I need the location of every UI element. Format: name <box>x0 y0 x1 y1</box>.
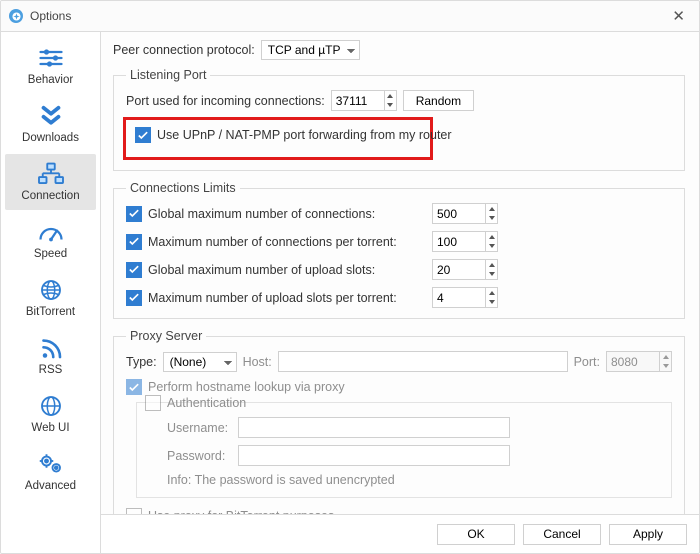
auth-label: Authentication <box>167 396 246 410</box>
globe-icon <box>34 392 68 420</box>
rss-icon <box>34 334 68 362</box>
sidebar-item-label: Connection <box>21 190 79 202</box>
spinner-arrows[interactable] <box>485 204 497 223</box>
limit-checkbox[interactable] <box>126 234 142 250</box>
password-input <box>238 445 510 466</box>
sidebar-item-label: Behavior <box>28 74 73 86</box>
listening-port-legend: Listening Port <box>126 68 210 82</box>
sidebar-item-label: Speed <box>34 248 67 260</box>
proxy-type-select[interactable]: (None) <box>163 352 237 372</box>
upnp-checkbox[interactable] <box>135 127 151 143</box>
window-title: Options <box>30 9 71 23</box>
username-input <box>238 417 510 438</box>
gears-icon <box>34 450 68 478</box>
connections-limits-group: Connections Limits Global maximum number… <box>113 181 685 319</box>
spinner-arrows[interactable] <box>485 288 497 307</box>
password-info: Info: The password is saved unencrypted <box>167 473 659 487</box>
proxy-legend: Proxy Server <box>126 329 206 343</box>
sidebar-item-webui[interactable]: Web UI <box>5 386 96 442</box>
spinner-arrows <box>659 352 671 371</box>
hostname-lookup-label: Perform hostname lookup via proxy <box>148 380 345 394</box>
gauge-icon <box>34 218 68 246</box>
limit-label: Maximum number of upload slots per torre… <box>148 291 426 305</box>
sidebar-item-bittorrent[interactable]: BitTorrent <box>5 270 96 326</box>
proxy-host-input <box>278 351 568 372</box>
globe-icon <box>34 276 68 304</box>
sidebar-item-label: Downloads <box>22 132 79 144</box>
limit-checkbox[interactable] <box>126 262 142 278</box>
sidebar-item-rss[interactable]: RSS <box>5 328 96 384</box>
sidebar-item-label: Web UI <box>31 422 69 434</box>
app-icon <box>9 9 23 23</box>
auth-checkbox <box>145 395 161 411</box>
spinner-arrows[interactable] <box>485 232 497 251</box>
sidebar-item-label: RSS <box>39 364 63 376</box>
peer-protocol-select[interactable]: TCP and µTP <box>261 40 360 60</box>
sidebar-item-advanced[interactable]: Advanced <box>5 444 96 500</box>
limit-label: Global maximum number of connections: <box>148 207 426 221</box>
options-window: Options ✕ Behavior Downloads Conn <box>0 0 700 554</box>
random-port-button[interactable]: Random <box>403 90 474 111</box>
sidebar: Behavior Downloads Connection Speed <box>1 32 101 553</box>
proxy-port-label: Port: <box>574 355 600 369</box>
close-icon[interactable]: ✕ <box>666 5 691 27</box>
proxy-type-label: Type: <box>126 355 157 369</box>
sidebar-item-label: Advanced <box>25 480 76 492</box>
sidebar-item-label: BitTorrent <box>26 306 75 318</box>
sidebar-item-downloads[interactable]: Downloads <box>5 96 96 152</box>
limit-label: Global maximum number of upload slots: <box>148 263 426 277</box>
spinner-arrows[interactable] <box>485 260 497 279</box>
dialog-footer: OK Cancel Apply <box>101 514 699 553</box>
upnp-label: Use UPnP / NAT-PMP port forwarding from … <box>157 128 452 142</box>
hostname-lookup-checkbox <box>126 379 142 395</box>
port-label: Port used for incoming connections: <box>126 94 325 108</box>
limit-checkbox[interactable] <box>126 290 142 306</box>
sidebar-item-behavior[interactable]: Behavior <box>5 38 96 94</box>
use-proxy-bt-checkbox <box>126 508 142 514</box>
network-icon <box>34 160 68 188</box>
sliders-icon <box>34 44 68 72</box>
titlebar: Options ✕ <box>1 1 699 32</box>
proxy-server-group: Proxy Server Type: (None) Host: Port: Pe… <box>113 329 685 514</box>
sidebar-item-speed[interactable]: Speed <box>5 212 96 268</box>
proxy-host-label: Host: <box>243 355 272 369</box>
limit-label: Maximum number of connections per torren… <box>148 235 426 249</box>
cancel-button[interactable]: Cancel <box>523 524 601 545</box>
peer-protocol-label: Peer connection protocol: <box>113 43 255 57</box>
settings-panel: Peer connection protocol: TCP and µTP Li… <box>101 32 699 553</box>
limit-checkbox[interactable] <box>126 206 142 222</box>
highlight-box: Use UPnP / NAT-PMP port forwarding from … <box>123 117 433 160</box>
username-label: Username: <box>167 421 232 435</box>
limits-legend: Connections Limits <box>126 181 240 195</box>
spinner-arrows[interactable] <box>384 91 396 110</box>
chevrons-down-icon <box>34 102 68 130</box>
listening-port-group: Listening Port Port used for incoming co… <box>113 68 685 171</box>
ok-button[interactable]: OK <box>437 524 515 545</box>
apply-button[interactable]: Apply <box>609 524 687 545</box>
sidebar-item-connection[interactable]: Connection <box>5 154 96 210</box>
password-label: Password: <box>167 449 232 463</box>
